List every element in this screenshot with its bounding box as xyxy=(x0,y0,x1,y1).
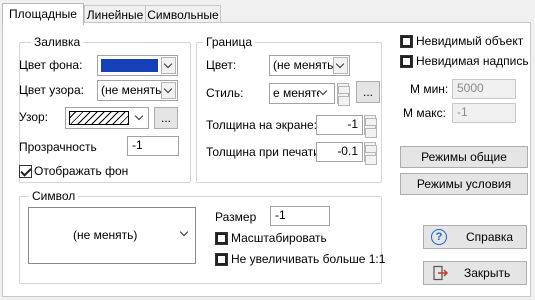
arrow-down-icon xyxy=(365,155,377,165)
border-color-label: Цвет: xyxy=(206,58,237,72)
bg-color-dropdown[interactable] xyxy=(161,57,176,74)
pattern-color-dropdown[interactable] xyxy=(161,82,176,99)
chevron-down-icon xyxy=(163,84,173,94)
arrow-down-icon xyxy=(338,96,350,106)
close-button[interactable]: Закрыть xyxy=(423,261,527,285)
border-style-combo[interactable]: е меняте xyxy=(269,83,335,104)
bg-color-combo[interactable] xyxy=(97,55,178,76)
screen-width-input[interactable]: -1 xyxy=(316,115,363,135)
spin-up-button[interactable] xyxy=(337,83,350,96)
symbol-combo[interactable]: (не менять) xyxy=(28,207,196,264)
spin-down-button[interactable] xyxy=(364,125,377,138)
show-bg-label: Отображать фон xyxy=(34,164,129,178)
border-style-label: Стиль: xyxy=(206,86,244,100)
chevron-down-icon xyxy=(134,111,144,121)
scale-label: Масштабировать xyxy=(231,231,327,245)
print-width-input[interactable]: -0.1 xyxy=(316,142,363,162)
print-width-spinner[interactable] xyxy=(364,142,377,165)
spin-up-button[interactable] xyxy=(364,115,377,128)
invisible-object-label: Невидимый объект xyxy=(416,34,524,48)
chevron-down-icon xyxy=(318,86,328,96)
spin-down-button[interactable] xyxy=(337,93,350,106)
border-color-value: (не менять) xyxy=(273,58,333,72)
modes-general-button[interactable]: Режимы общие xyxy=(400,146,528,168)
scale-checkbox[interactable] xyxy=(215,232,228,245)
pattern-more-button[interactable]: ... xyxy=(154,107,178,129)
tab-symbolic[interactable]: Символьные xyxy=(145,5,221,23)
spin-down-button[interactable] xyxy=(364,152,377,165)
spin-up-button[interactable] xyxy=(364,142,377,155)
bg-color-swatch xyxy=(101,59,158,72)
pattern-color-combo[interactable]: (не менять) xyxy=(97,80,178,101)
border-color-combo[interactable]: (не менять) xyxy=(269,55,350,76)
border-style-spinner[interactable] xyxy=(337,83,350,106)
tab-areal[interactable]: Площадные xyxy=(2,3,84,25)
pattern-label: Узор: xyxy=(19,110,48,124)
border-color-dropdown[interactable] xyxy=(333,57,348,74)
help-button-label: Справка xyxy=(466,230,514,244)
invisible-label-label: Невидимая надпись xyxy=(416,54,529,68)
border-group-legend: Граница xyxy=(203,35,256,49)
no-enlarge-label: Не увеличивать больше 1:1 xyxy=(231,252,386,266)
size-input[interactable]: -1 xyxy=(270,206,330,226)
help-button[interactable]: ? Справка xyxy=(423,225,527,249)
modes-condition-button[interactable]: Режимы условия xyxy=(400,173,528,195)
tab-linear[interactable]: Линейные xyxy=(84,5,146,23)
pattern-color-value: (не менять) xyxy=(101,83,161,97)
pattern-combo[interactable] xyxy=(65,107,149,129)
help-icon: ? xyxy=(431,229,447,245)
tab-panel: Заливка Цвет фона: Цвет узора: (не менят… xyxy=(2,22,531,297)
border-style-value: е меняте xyxy=(273,86,319,100)
print-width-label: Толщина при печати: xyxy=(206,145,324,159)
border-style-more-button[interactable]: ... xyxy=(356,81,380,103)
size-label: Размер xyxy=(215,210,257,224)
no-enlarge-checkbox[interactable] xyxy=(215,253,228,266)
mmax-input[interactable]: -1 xyxy=(452,103,516,123)
chevron-down-icon xyxy=(335,59,345,69)
transparency-label: Прозрачность xyxy=(19,140,97,154)
exit-icon xyxy=(432,265,449,281)
bg-color-label: Цвет фона: xyxy=(19,58,83,72)
screen-width-spinner[interactable] xyxy=(364,115,377,138)
chevron-down-icon xyxy=(163,59,173,69)
mmin-label: М мин: xyxy=(410,82,449,96)
fill-group-legend: Заливка xyxy=(31,35,84,49)
mmax-label: М макс: xyxy=(403,106,446,120)
invisible-object-checkbox[interactable] xyxy=(400,35,413,48)
symbol-group-legend: Символ xyxy=(29,189,79,203)
transparency-input[interactable]: -1 xyxy=(127,136,179,156)
mmin-input[interactable]: 5000 xyxy=(452,79,516,99)
symbol-value: (не менять) xyxy=(73,228,138,242)
pattern-color-label: Цвет узора: xyxy=(19,83,84,97)
screen-width-label: Толщина на экране: xyxy=(206,118,318,132)
invisible-label-checkbox[interactable] xyxy=(400,55,413,68)
pattern-preview xyxy=(69,111,129,125)
arrow-down-icon xyxy=(365,128,377,138)
chevron-down-icon xyxy=(179,227,189,237)
close-button-label: Закрыть xyxy=(464,266,511,280)
show-bg-checkbox[interactable] xyxy=(19,165,32,178)
